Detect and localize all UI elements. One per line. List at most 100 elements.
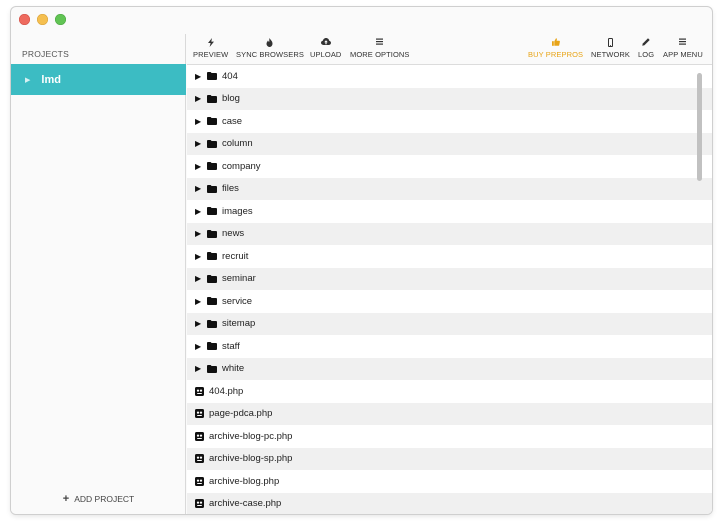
sync-browsers-label: SYNC BROWSERS xyxy=(236,50,304,59)
php-file-icon xyxy=(195,431,204,441)
folder-row[interactable]: ▶ blog xyxy=(187,87,712,110)
upload-button[interactable]: UPLOAD xyxy=(310,36,341,59)
folder-row[interactable]: ▶ recruit xyxy=(187,245,712,268)
file-name: archive-blog-pc.php xyxy=(209,430,293,442)
folder-icon xyxy=(207,72,217,81)
folder-row[interactable]: ▶ company xyxy=(187,155,712,178)
folder-icon xyxy=(207,229,217,238)
hamburger-icon xyxy=(679,36,687,49)
file-row[interactable]: archive-blog-pc.php xyxy=(187,425,712,448)
folder-icon xyxy=(207,297,217,306)
php-file-icon xyxy=(195,499,204,509)
caret-right-icon[interactable]: ▶ xyxy=(195,229,203,238)
folder-icon xyxy=(207,207,217,216)
folder-row[interactable]: ▶ seminar xyxy=(187,267,712,290)
caret-right-icon[interactable]: ▶ xyxy=(195,364,203,373)
file-row[interactable]: page-pdca.php xyxy=(187,402,712,425)
folder-icon xyxy=(207,139,217,148)
app-window: PROJECTS ▶ lmd + ADD PROJECT PREVIEW SYN… xyxy=(11,7,712,514)
folder-name: case xyxy=(222,115,243,127)
lightning-icon xyxy=(207,36,214,49)
sync-browsers-button[interactable]: SYNC BROWSERS xyxy=(236,36,304,59)
buy-prepros-button[interactable]: BUY PREPROS xyxy=(528,36,583,59)
app-menu-button[interactable]: APP MENU xyxy=(663,36,703,59)
folder-row[interactable]: ▶ column xyxy=(187,132,712,155)
more-options-button[interactable]: MORE OPTIONS xyxy=(350,36,410,59)
caret-right-icon[interactable]: ▶ xyxy=(195,139,203,148)
caret-right-icon[interactable]: ▶ xyxy=(195,117,203,126)
folder-icon xyxy=(207,184,217,193)
folder-row[interactable]: ▶ service xyxy=(187,290,712,313)
minimize-window-button[interactable] xyxy=(37,14,48,25)
more-options-label: MORE OPTIONS xyxy=(350,50,410,59)
file-tree: ▶ 404 ▶ blog ▶ case ▶ column ▶ company ▶… xyxy=(187,65,712,514)
file-name: archive-blog-sp.php xyxy=(209,453,293,465)
cloud-upload-icon xyxy=(320,36,331,49)
file-row[interactable]: archive-blog.php xyxy=(187,470,712,493)
caret-right-icon[interactable]: ▶ xyxy=(195,72,203,81)
folder-icon xyxy=(207,162,217,171)
sidebar: PROJECTS ▶ lmd + ADD PROJECT xyxy=(11,34,186,514)
preview-label: PREVIEW xyxy=(193,50,229,59)
menu-icon xyxy=(376,36,384,49)
close-window-button[interactable] xyxy=(19,14,30,25)
folder-row[interactable]: ▶ images xyxy=(187,200,712,223)
caret-right-icon[interactable]: ▶ xyxy=(195,207,203,216)
file-row[interactable]: 404.php xyxy=(187,380,712,403)
caret-right-icon[interactable]: ▶ xyxy=(195,342,203,351)
upload-label: UPLOAD xyxy=(310,50,342,59)
folder-row[interactable]: ▶ case xyxy=(187,110,712,133)
file-name: archive-blog.php xyxy=(209,475,280,487)
projects-header: PROJECTS xyxy=(22,49,69,59)
caret-right-icon[interactable]: ▶ xyxy=(195,162,203,171)
folder-row[interactable]: ▶ news xyxy=(187,222,712,245)
php-file-icon xyxy=(195,454,204,464)
log-button[interactable]: LOG xyxy=(638,36,654,59)
caret-right-icon[interactable]: ▶ xyxy=(195,184,203,193)
scrollbar-thumb[interactable] xyxy=(697,73,702,181)
folder-name: sitemap xyxy=(222,318,256,330)
project-name: lmd xyxy=(41,73,61,86)
folder-row[interactable]: ▶ staff xyxy=(187,335,712,358)
preview-button[interactable]: PREVIEW xyxy=(193,36,228,59)
folder-row[interactable]: ▶ sitemap xyxy=(187,312,712,335)
mobile-phone-icon xyxy=(608,36,614,49)
folder-icon xyxy=(207,94,217,103)
scrollbar[interactable] xyxy=(694,69,702,503)
caret-right-icon[interactable]: ▶ xyxy=(195,297,203,306)
add-project-button[interactable]: + ADD PROJECT xyxy=(11,493,186,505)
network-button[interactable]: NETWORK xyxy=(591,36,630,59)
folder-row[interactable]: ▶ 404 xyxy=(187,65,712,88)
caret-right-icon[interactable]: ▶ xyxy=(195,94,203,103)
folder-row[interactable]: ▶ files xyxy=(187,177,712,200)
php-file-icon xyxy=(195,409,204,419)
pencil-icon xyxy=(642,36,650,49)
file-name: 404.php xyxy=(209,385,244,397)
folder-name: blog xyxy=(222,93,240,105)
folder-icon xyxy=(207,117,217,126)
folder-name: 404 xyxy=(222,70,238,82)
caret-right-icon[interactable]: ▶ xyxy=(195,319,203,328)
folder-name: staff xyxy=(222,340,240,352)
zoom-window-button[interactable] xyxy=(55,14,66,25)
app-menu-label: APP MENU xyxy=(663,50,703,59)
php-file-icon xyxy=(195,476,204,486)
toolbar: PREVIEW SYNC BROWSERS UPLOAD MORE OPTION… xyxy=(187,34,712,65)
php-file-icon xyxy=(195,386,204,396)
file-row[interactable]: archive-case.php xyxy=(187,492,712,514)
file-name: archive-case.php xyxy=(209,498,282,510)
folder-name: seminar xyxy=(222,273,256,285)
plus-icon: + xyxy=(62,493,70,505)
buy-prepros-label: BUY PREPROS xyxy=(528,50,584,59)
caret-right-icon[interactable]: ▶ xyxy=(195,274,203,283)
folder-icon xyxy=(207,274,217,283)
network-label: NETWORK xyxy=(591,50,631,59)
file-row[interactable]: archive-blog-sp.php xyxy=(187,447,712,470)
thumbs-up-icon xyxy=(551,36,560,49)
caret-right-icon[interactable]: ▶ xyxy=(195,252,203,261)
folder-name: service xyxy=(222,295,253,307)
folder-row[interactable]: ▶ white xyxy=(187,357,712,380)
folder-name: company xyxy=(222,160,261,172)
sidebar-project-item[interactable]: ▶ lmd xyxy=(11,64,186,95)
folder-icon xyxy=(207,364,217,373)
